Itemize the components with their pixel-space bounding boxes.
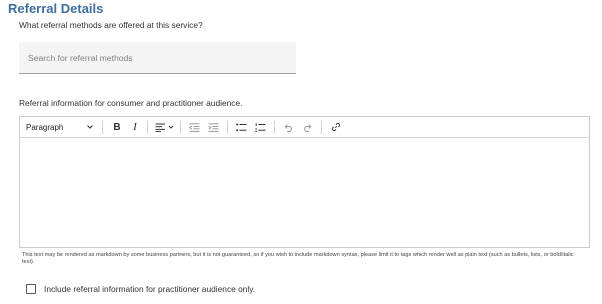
bold-button[interactable]: B	[107, 117, 127, 138]
outdent-button[interactable]	[185, 117, 204, 138]
practitioner-only-checkbox[interactable]	[26, 284, 36, 294]
chevron-down-icon	[86, 123, 94, 131]
undo-button[interactable]	[279, 117, 298, 138]
referral-info-label: Referral information for consumer and pr…	[19, 98, 243, 108]
indent-icon	[208, 122, 219, 132]
indent-button[interactable]	[204, 117, 223, 138]
rich-text-editor: Paragraph B I	[19, 116, 590, 248]
markdown-help-text: This text may be rendered as markdown by…	[22, 252, 574, 265]
insert-link-button[interactable]	[326, 117, 345, 138]
section-title: Referral Details	[8, 1, 104, 16]
editor-content-area[interactable]	[20, 138, 589, 248]
practitioner-only-checkbox-row[interactable]: Include referral information for practit…	[26, 284, 255, 294]
referral-methods-question: What referral methods are offered at thi…	[19, 20, 203, 30]
undo-icon	[283, 123, 294, 132]
toolbar-divider	[274, 120, 275, 134]
outdent-icon	[189, 122, 200, 132]
search-placeholder: Search for referral methods	[28, 52, 133, 63]
block-format-value: Paragraph	[26, 122, 64, 132]
toolbar-divider	[321, 120, 322, 134]
referral-methods-search-input[interactable]: Search for referral methods	[19, 42, 296, 74]
align-dropdown-button[interactable]	[152, 117, 176, 138]
link-icon	[331, 122, 341, 132]
toolbar-divider	[102, 120, 103, 134]
toolbar-divider	[180, 120, 181, 134]
practitioner-only-label: Include referral information for practit…	[44, 284, 256, 294]
chevron-down-icon	[168, 124, 174, 130]
numbered-list-icon	[255, 122, 266, 132]
redo-icon	[302, 123, 313, 132]
italic-button[interactable]: I	[127, 117, 143, 138]
align-left-icon	[155, 123, 166, 132]
toolbar-divider	[147, 120, 148, 134]
numbered-list-button[interactable]	[251, 117, 270, 138]
bullet-list-icon	[236, 123, 247, 132]
bullet-list-button[interactable]	[232, 117, 251, 138]
redo-button[interactable]	[298, 117, 317, 138]
editor-toolbar: Paragraph B I	[20, 117, 589, 138]
block-format-dropdown[interactable]: Paragraph	[20, 117, 98, 138]
toolbar-divider	[227, 120, 228, 134]
